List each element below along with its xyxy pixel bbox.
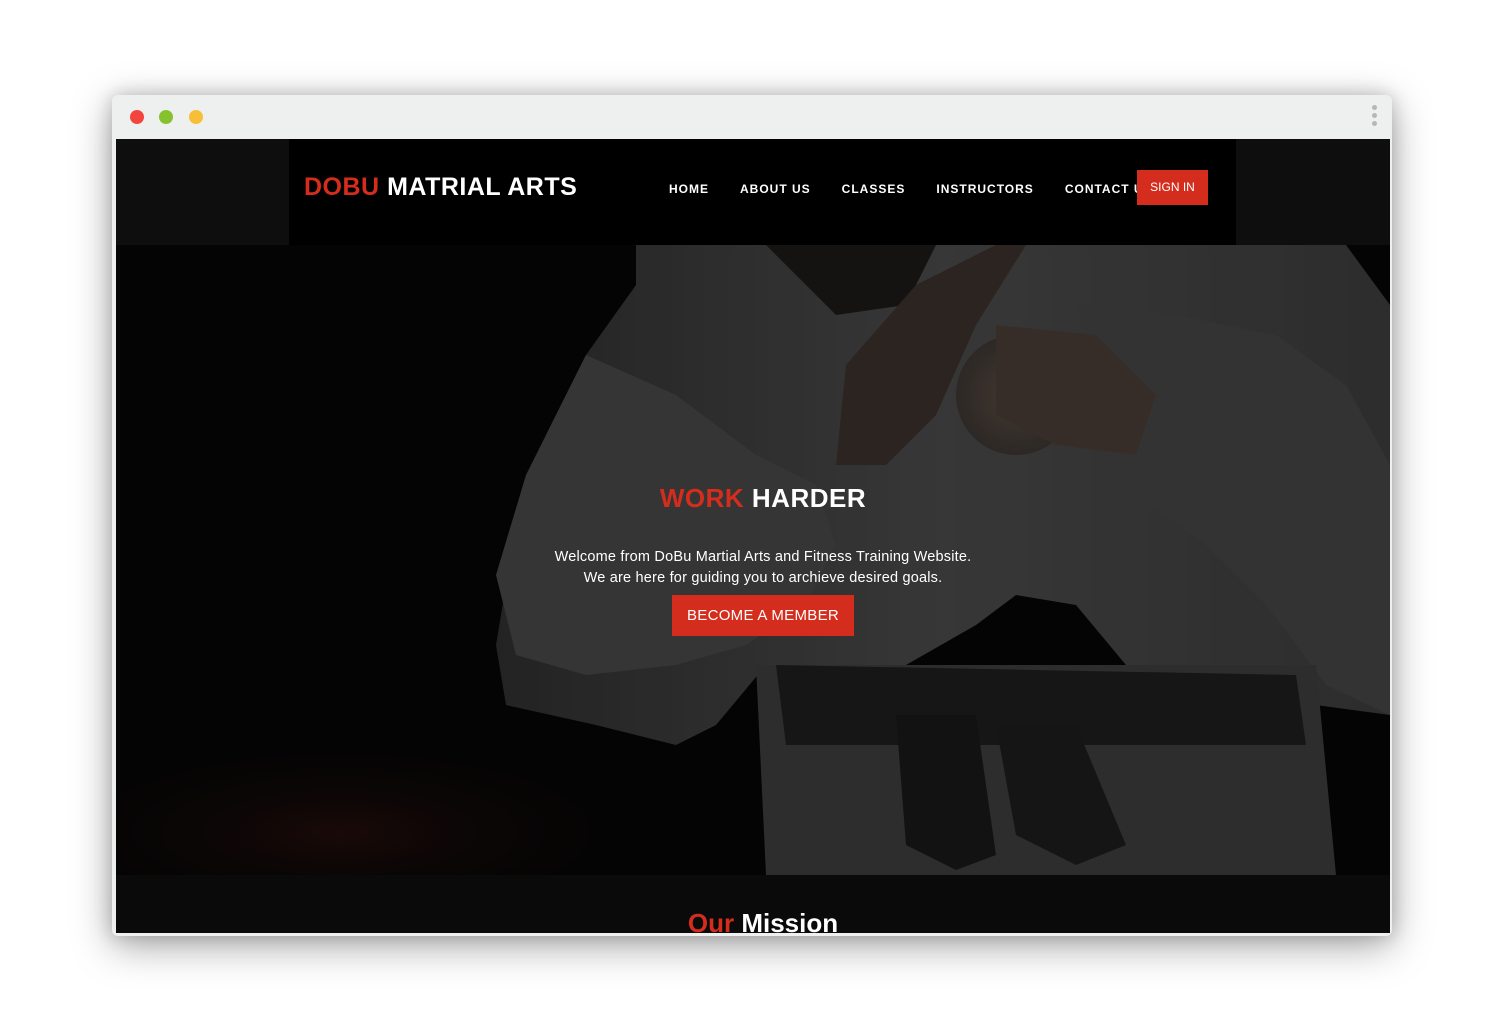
nav-instructors[interactable]: INSTRUCTORS — [936, 182, 1033, 196]
site-header: DOBU MATRIAL ARTS HOME ABOUT US CLASSES … — [289, 139, 1236, 245]
mission-section: Our Mission — [116, 875, 1390, 933]
mission-title-accent: Our — [687, 908, 735, 933]
logo-accent-text: DOBU — [304, 173, 380, 201]
hero-content: WORK HARDER Welcome from DoBu Martial Ar… — [116, 245, 1390, 875]
mission-title-main: Mission — [741, 908, 839, 933]
hero-description-line-2: We are here for guiding you to archieve … — [583, 570, 943, 586]
kebab-menu-icon[interactable] — [1368, 105, 1380, 131]
close-window-button[interactable] — [130, 110, 144, 124]
become-member-button[interactable]: BECOME A MEMBER — [672, 595, 854, 636]
hero-title-accent: WORK — [659, 483, 745, 513]
hero-title: WORK HARDER — [116, 483, 1390, 514]
logo-main-text: MATRIAL ARTS — [387, 173, 578, 201]
browser-window: DOBU MATRIAL ARTS HOME ABOUT US CLASSES … — [112, 95, 1392, 936]
mission-title: Our Mission — [116, 908, 1390, 933]
page-viewport: DOBU MATRIAL ARTS HOME ABOUT US CLASSES … — [116, 139, 1390, 933]
zoom-window-button[interactable] — [189, 110, 203, 124]
browser-titlebar — [112, 95, 1392, 139]
sign-in-button[interactable]: SIGN IN — [1137, 170, 1208, 205]
hero-description: Welcome from DoBu Martial Arts and Fitne… — [116, 547, 1390, 589]
nav-classes[interactable]: CLASSES — [842, 182, 906, 196]
site-logo[interactable]: DOBU MATRIAL ARTS — [304, 173, 577, 202]
nav-about-us[interactable]: ABOUT US — [740, 182, 811, 196]
nav-home[interactable]: HOME — [669, 182, 709, 196]
hero-description-line-1: Welcome from DoBu Martial Arts and Fitne… — [554, 549, 972, 565]
hero-title-main: HARDER — [751, 483, 867, 513]
hero-section: WORK HARDER Welcome from DoBu Martial Ar… — [116, 245, 1390, 875]
main-nav: HOME ABOUT US CLASSES INSTRUCTORS CONTAC… — [669, 182, 1184, 196]
minimize-window-button[interactable] — [159, 110, 173, 124]
